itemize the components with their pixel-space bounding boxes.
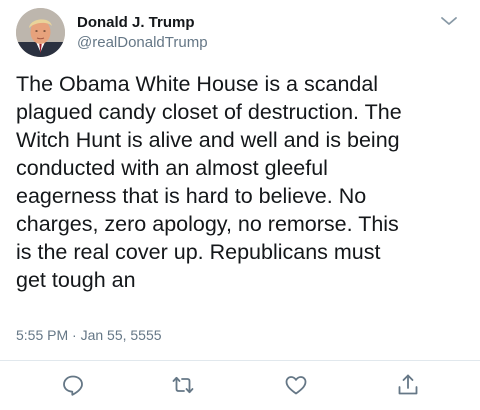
tweet-text: The Obama White House is a scandal plagu… [16,72,402,292]
avatar-image [16,8,65,57]
share-button[interactable] [395,372,421,398]
tweet-timestamp[interactable]: 5:55 PM · Jan 55, 5555 [16,326,162,344]
action-bar [0,372,480,402]
retweet-icon [172,376,194,394]
avatar[interactable] [16,8,65,57]
reply-icon [63,375,83,396]
reply-button[interactable] [60,372,86,398]
chevron-down-icon[interactable] [440,14,458,28]
like-button[interactable] [283,372,309,398]
divider [0,360,480,361]
retweet-button[interactable] [170,372,196,398]
share-icon [398,374,418,395]
author-handle[interactable]: @realDonaldTrump [77,34,208,52]
tweet-card: Donald J. Trump @realDonaldTrump The Oba… [0,0,480,410]
heart-icon [285,376,307,395]
author-name[interactable]: Donald J. Trump [77,14,195,32]
